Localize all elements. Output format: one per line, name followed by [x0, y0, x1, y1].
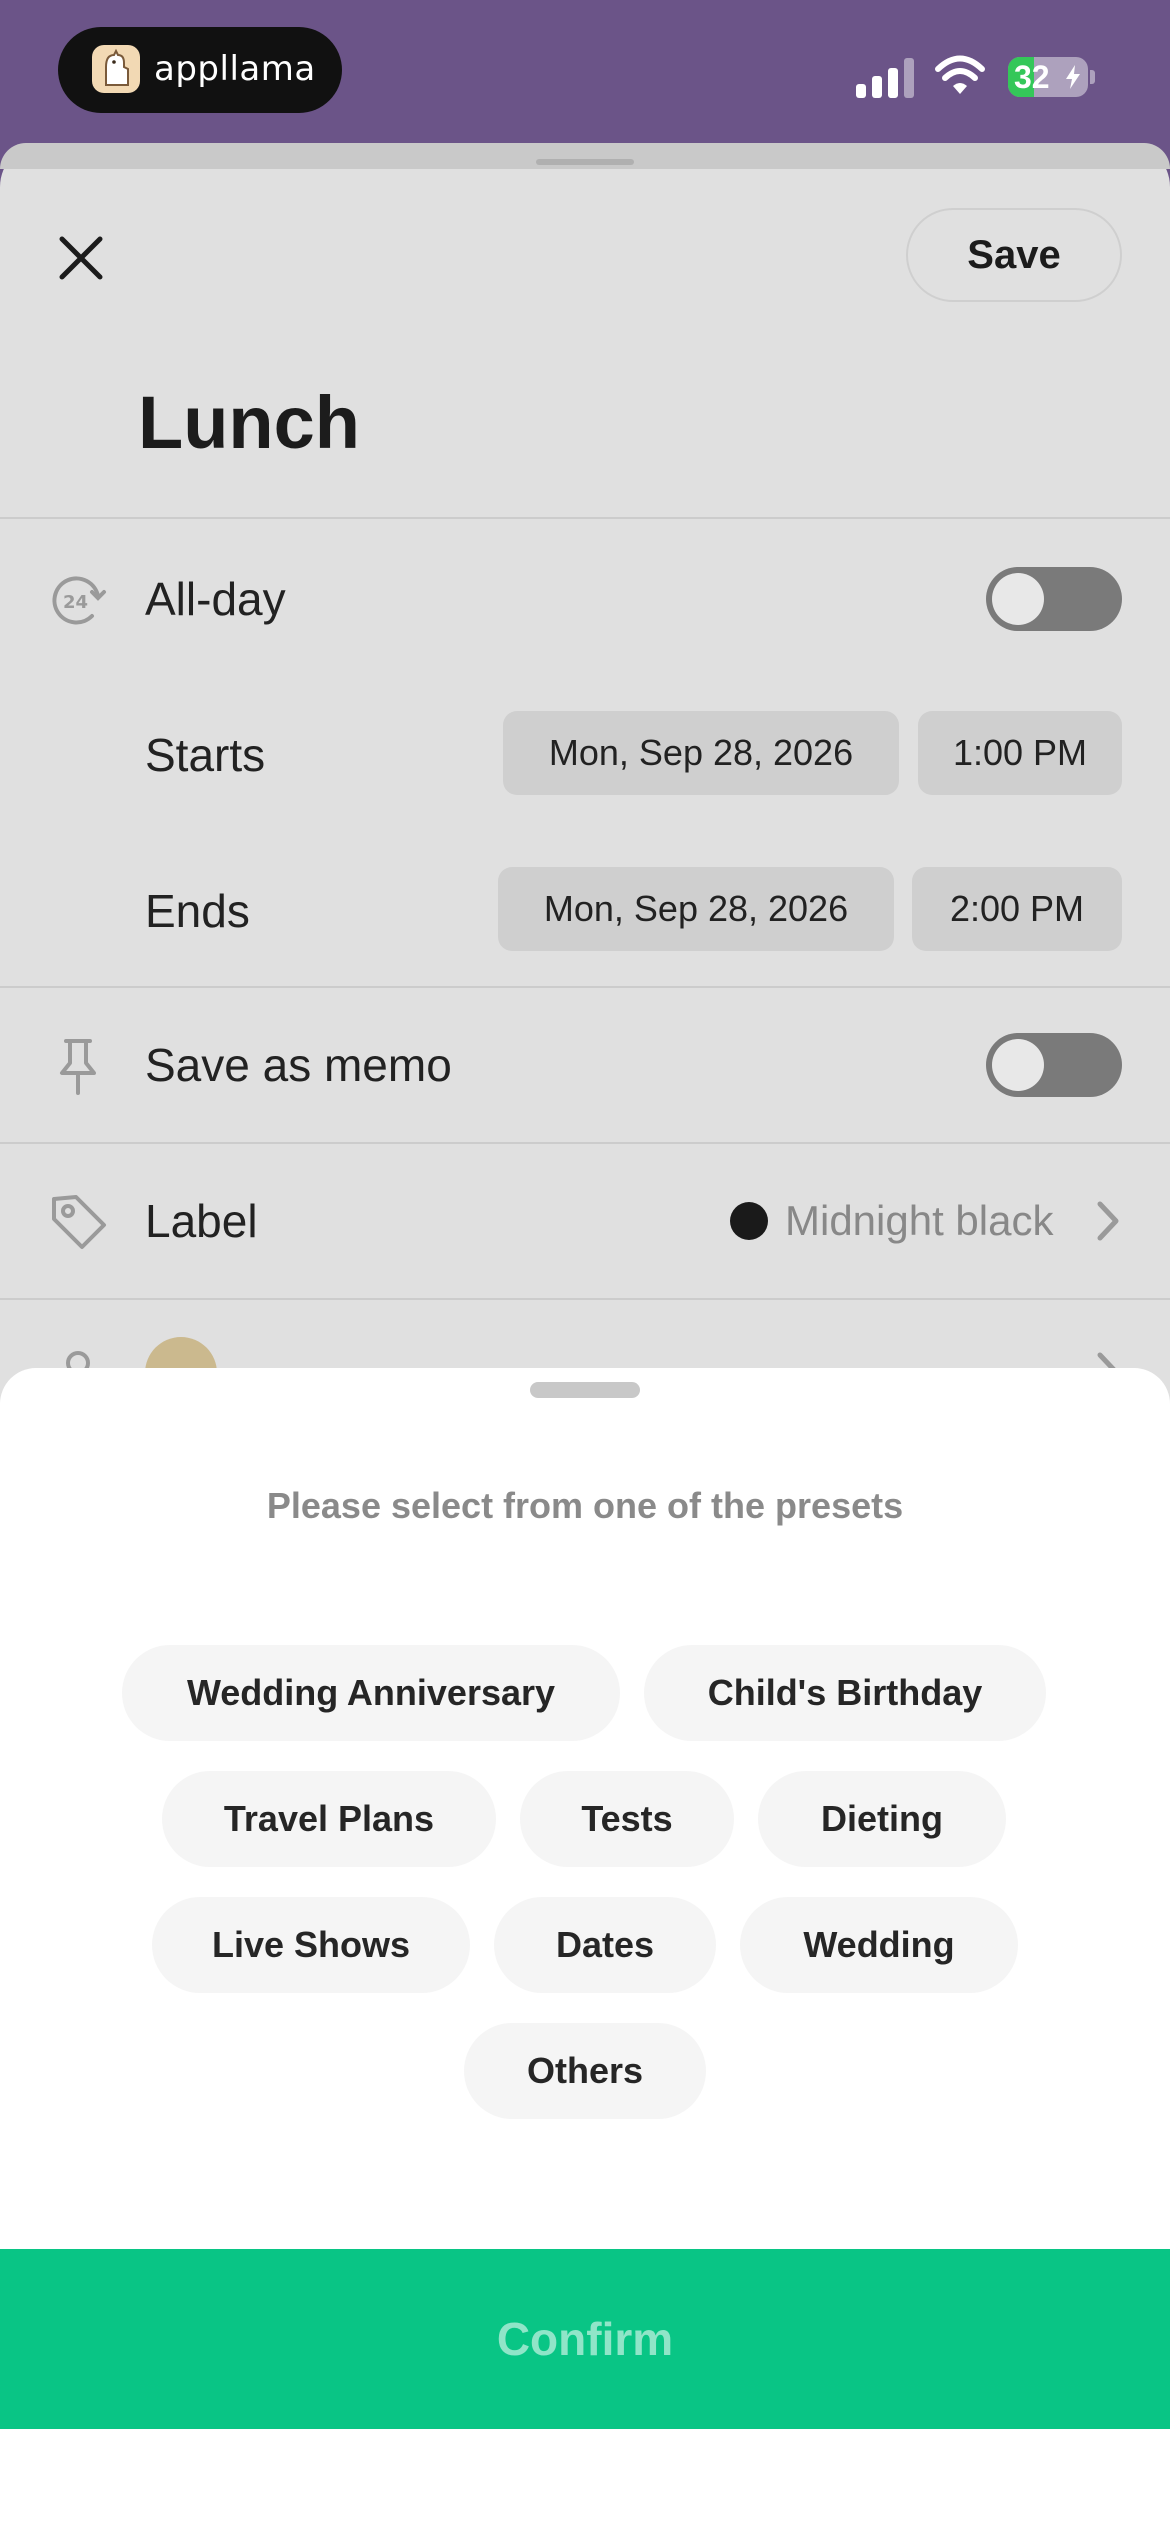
confirm-button[interactable]: Confirm: [0, 2249, 1170, 2429]
battery-charging-icon: 32: [1008, 57, 1088, 97]
sheet-grabber: [536, 159, 634, 165]
all-day-label: All-day: [145, 573, 286, 625]
battery-percentage: 32: [1014, 59, 1050, 95]
preset-chip[interactable]: Live Shows: [152, 1897, 470, 1993]
pin-icon: [46, 1033, 110, 1097]
app-name: appllama: [154, 49, 316, 89]
start-time-button[interactable]: 1:00 PM: [918, 711, 1122, 795]
preset-chip[interactable]: Travel Plans: [162, 1771, 496, 1867]
end-time-button[interactable]: 2:00 PM: [912, 867, 1122, 951]
save-button[interactable]: Save: [906, 208, 1122, 302]
sheet-grab-handle[interactable]: [530, 1382, 640, 1398]
close-icon: [59, 236, 103, 280]
toggle-knob: [992, 573, 1044, 625]
event-title[interactable]: Lunch: [138, 383, 360, 463]
label-value[interactable]: Midnight black: [785, 1193, 1053, 1249]
all-day-toggle[interactable]: [986, 567, 1122, 631]
start-date-button[interactable]: Mon, Sep 28, 2026: [503, 711, 899, 795]
preset-chip[interactable]: Wedding: [740, 1897, 1018, 1993]
preset-chip[interactable]: Tests: [520, 1771, 734, 1867]
divider: [0, 1298, 1170, 1300]
status-bar: appllama 32: [0, 0, 1170, 142]
preset-chip[interactable]: Child's Birthday: [644, 1645, 1046, 1741]
preset-chip[interactable]: Wedding Anniversary: [122, 1645, 620, 1741]
memo-label: Save as memo: [145, 1039, 452, 1091]
battery-nub: [1090, 70, 1095, 84]
llama-logo-icon: [92, 45, 140, 93]
preset-sheet: Please select from one of the presets We…: [0, 1368, 1170, 2532]
preset-chip[interactable]: Dates: [494, 1897, 716, 1993]
ends-label: Ends: [145, 885, 250, 937]
wifi-icon: [934, 54, 986, 96]
tag-icon: [46, 1189, 110, 1253]
clock-24h-icon: 24: [46, 568, 110, 632]
toggle-knob: [992, 1039, 1044, 1091]
close-button[interactable]: [46, 223, 116, 293]
memo-toggle[interactable]: [986, 1033, 1122, 1097]
starts-label: Starts: [145, 729, 266, 781]
svg-text:24: 24: [63, 592, 88, 613]
chevron-right-icon: [1092, 1196, 1124, 1246]
preset-prompt: Please select from one of the presets: [266, 1485, 904, 1526]
label-color-dot: [730, 1202, 768, 1240]
label-row-label: Label: [145, 1195, 258, 1247]
end-date-button[interactable]: Mon, Sep 28, 2026: [498, 867, 894, 951]
divider: [0, 1142, 1170, 1144]
preset-chip[interactable]: Dieting: [758, 1771, 1006, 1867]
preset-chip[interactable]: Others: [464, 2023, 706, 2119]
divider: [0, 986, 1170, 988]
sheet-top-strip: [0, 143, 1170, 169]
divider: [0, 517, 1170, 519]
signal-icon: [856, 56, 914, 98]
app-badge[interactable]: appllama: [58, 27, 342, 113]
